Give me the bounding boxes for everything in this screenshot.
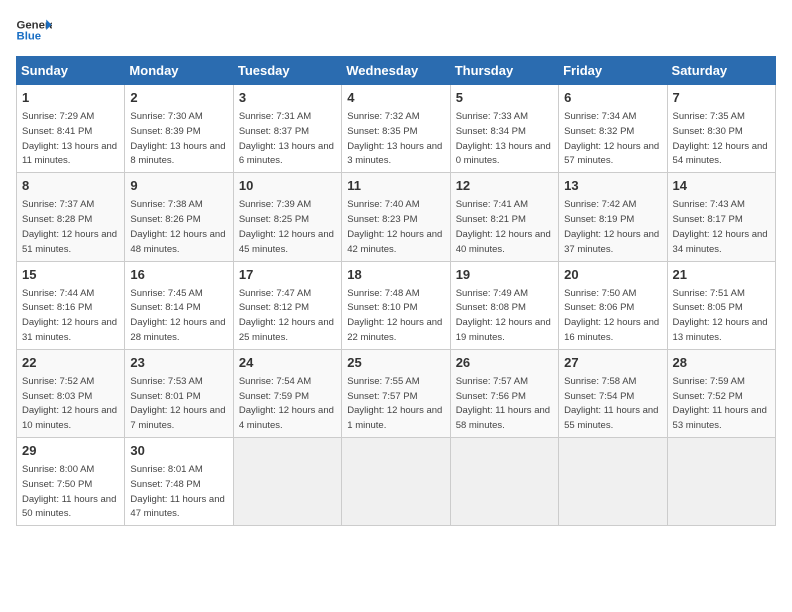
table-row: 29 Sunrise: 8:00 AMSunset: 7:50 PMDaylig… (17, 438, 125, 526)
col-tuesday: Tuesday (233, 57, 341, 85)
week-row: 22 Sunrise: 7:52 AMSunset: 8:03 PMDaylig… (17, 349, 776, 437)
table-row: 7 Sunrise: 7:35 AMSunset: 8:30 PMDayligh… (667, 85, 775, 173)
table-row: 2 Sunrise: 7:30 AMSunset: 8:39 PMDayligh… (125, 85, 233, 173)
table-row: 4 Sunrise: 7:32 AMSunset: 8:35 PMDayligh… (342, 85, 450, 173)
empty-cell (559, 438, 667, 526)
week-row: 29 Sunrise: 8:00 AMSunset: 7:50 PMDaylig… (17, 438, 776, 526)
table-row: 3 Sunrise: 7:31 AMSunset: 8:37 PMDayligh… (233, 85, 341, 173)
table-row: 20 Sunrise: 7:50 AMSunset: 8:06 PMDaylig… (559, 261, 667, 349)
table-row: 9 Sunrise: 7:38 AMSunset: 8:26 PMDayligh… (125, 173, 233, 261)
table-row: 25 Sunrise: 7:55 AMSunset: 7:57 PMDaylig… (342, 349, 450, 437)
col-sunday: Sunday (17, 57, 125, 85)
empty-cell (233, 438, 341, 526)
table-row: 30 Sunrise: 8:01 AMSunset: 7:48 PMDaylig… (125, 438, 233, 526)
week-row: 15 Sunrise: 7:44 AMSunset: 8:16 PMDaylig… (17, 261, 776, 349)
col-monday: Monday (125, 57, 233, 85)
table-row: 5 Sunrise: 7:33 AMSunset: 8:34 PMDayligh… (450, 85, 558, 173)
table-row: 22 Sunrise: 7:52 AMSunset: 8:03 PMDaylig… (17, 349, 125, 437)
col-saturday: Saturday (667, 57, 775, 85)
svg-text:Blue: Blue (17, 31, 42, 43)
table-row: 16 Sunrise: 7:45 AMSunset: 8:14 PMDaylig… (125, 261, 233, 349)
week-row: 8 Sunrise: 7:37 AMSunset: 8:28 PMDayligh… (17, 173, 776, 261)
col-wednesday: Wednesday (342, 57, 450, 85)
table-row: 8 Sunrise: 7:37 AMSunset: 8:28 PMDayligh… (17, 173, 125, 261)
table-row: 27 Sunrise: 7:58 AMSunset: 7:54 PMDaylig… (559, 349, 667, 437)
table-row: 18 Sunrise: 7:48 AMSunset: 8:10 PMDaylig… (342, 261, 450, 349)
col-friday: Friday (559, 57, 667, 85)
table-row: 12 Sunrise: 7:41 AMSunset: 8:21 PMDaylig… (450, 173, 558, 261)
table-row: 14 Sunrise: 7:43 AMSunset: 8:17 PMDaylig… (667, 173, 775, 261)
table-row: 6 Sunrise: 7:34 AMSunset: 8:32 PMDayligh… (559, 85, 667, 173)
table-row: 11 Sunrise: 7:40 AMSunset: 8:23 PMDaylig… (342, 173, 450, 261)
page-header: General Blue (16, 16, 776, 44)
logo-icon: General Blue (16, 16, 52, 44)
table-row: 28 Sunrise: 7:59 AMSunset: 7:52 PMDaylig… (667, 349, 775, 437)
week-row: 1 Sunrise: 7:29 AMSunset: 8:41 PMDayligh… (17, 85, 776, 173)
table-row: 15 Sunrise: 7:44 AMSunset: 8:16 PMDaylig… (17, 261, 125, 349)
empty-cell (450, 438, 558, 526)
calendar-table: Sunday Monday Tuesday Wednesday Thursday… (16, 56, 776, 526)
table-row: 23 Sunrise: 7:53 AMSunset: 8:01 PMDaylig… (125, 349, 233, 437)
table-row: 1 Sunrise: 7:29 AMSunset: 8:41 PMDayligh… (17, 85, 125, 173)
empty-cell (342, 438, 450, 526)
col-thursday: Thursday (450, 57, 558, 85)
empty-cell (667, 438, 775, 526)
logo: General Blue (16, 16, 52, 44)
table-row: 21 Sunrise: 7:51 AMSunset: 8:05 PMDaylig… (667, 261, 775, 349)
table-row: 13 Sunrise: 7:42 AMSunset: 8:19 PMDaylig… (559, 173, 667, 261)
table-row: 17 Sunrise: 7:47 AMSunset: 8:12 PMDaylig… (233, 261, 341, 349)
table-row: 10 Sunrise: 7:39 AMSunset: 8:25 PMDaylig… (233, 173, 341, 261)
table-row: 24 Sunrise: 7:54 AMSunset: 7:59 PMDaylig… (233, 349, 341, 437)
table-row: 19 Sunrise: 7:49 AMSunset: 8:08 PMDaylig… (450, 261, 558, 349)
header-row: Sunday Monday Tuesday Wednesday Thursday… (17, 57, 776, 85)
table-row: 26 Sunrise: 7:57 AMSunset: 7:56 PMDaylig… (450, 349, 558, 437)
